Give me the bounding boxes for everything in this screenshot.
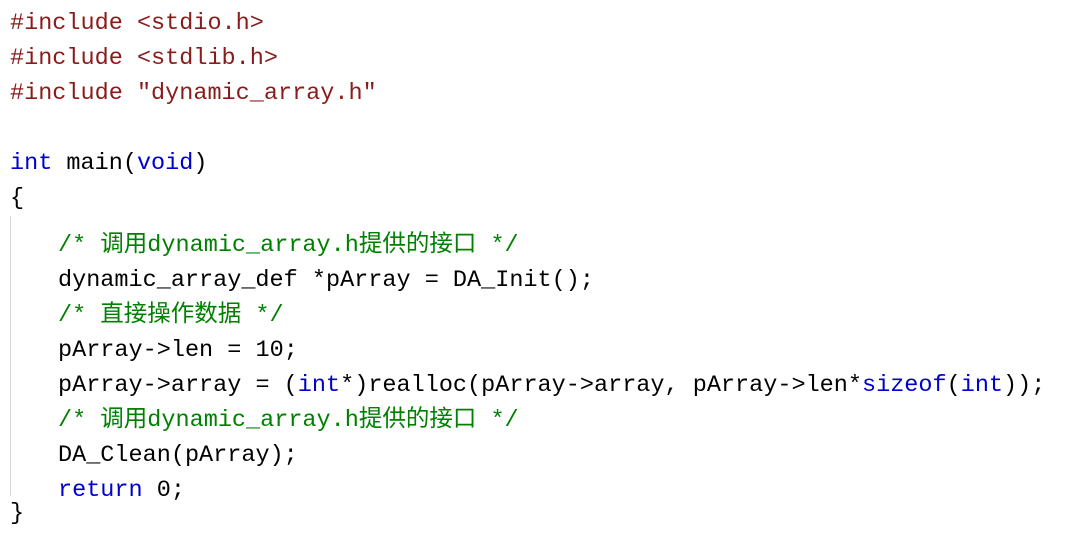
- code-line: /* 调用dynamic_array.h提供的接口 */: [10, 216, 1070, 251]
- code-line: #include "dynamic_array.h": [10, 76, 1070, 111]
- indent-guide: [10, 251, 58, 286]
- code-token-punct: (: [123, 150, 137, 177]
- code-line: #include <stdio.h>: [10, 6, 1070, 41]
- code-token-ident: main: [66, 150, 122, 177]
- code-token-preproc: #include: [10, 45, 123, 72]
- code-token-number: 0: [157, 477, 171, 504]
- code-token-punct: ,: [665, 372, 693, 399]
- indent-guide: [10, 461, 58, 496]
- code-token-punct: *: [298, 267, 326, 294]
- indent-guide: [10, 426, 58, 461]
- code-token-type: int: [961, 372, 1003, 399]
- code-token-punct: [52, 150, 66, 177]
- code-token-ident: pArray: [185, 442, 270, 469]
- code-token-ident: pArray: [693, 372, 778, 399]
- code-token-punct: ->: [566, 372, 594, 399]
- indent-guide: [10, 286, 58, 321]
- code-token-anglestr: <stdio.h>: [137, 10, 264, 37]
- code-line: DA_Clean(pArray);: [10, 426, 1070, 461]
- code-line: #include <stdlib.h>: [10, 41, 1070, 76]
- code-token-punct: [123, 10, 137, 37]
- code-token-ident: len: [806, 372, 848, 399]
- code-token-ident: DA_Init: [453, 267, 552, 294]
- code-line: dynamic_array_def *pArray = DA_Init();: [10, 251, 1070, 286]
- code-token-punct: [123, 80, 137, 107]
- code-line: pArray->array = (int*)realloc(pArray->ar…: [10, 356, 1070, 391]
- code-token-keyword: return: [58, 477, 143, 504]
- code-token-punct: ;: [171, 477, 185, 504]
- code-line: pArray->len = 10;: [10, 321, 1070, 356]
- code-token-punct: ();: [552, 267, 594, 294]
- code-token-punct: =: [411, 267, 453, 294]
- code-token-ident: array: [594, 372, 665, 399]
- code-token-punct: ));: [1003, 372, 1045, 399]
- indent-guide: [10, 356, 58, 391]
- indent-guide: [10, 321, 58, 356]
- code-token-punct: {: [10, 185, 24, 212]
- code-token-punct: ->: [777, 372, 805, 399]
- code-token-ident: pArray: [326, 267, 411, 294]
- indent-guide: [10, 391, 58, 426]
- code-token-type: int: [10, 150, 52, 177]
- code-token-preproc: #include: [10, 80, 123, 107]
- code-token-anglestr: <stdlib.h>: [137, 45, 278, 72]
- code-token-punct: );: [270, 442, 298, 469]
- code-token-punct: (: [947, 372, 961, 399]
- code-token-punct: ): [193, 150, 207, 177]
- code-line: return 0;: [10, 461, 1070, 496]
- code-line: int main(void): [10, 146, 1070, 181]
- code-token-punct: [143, 477, 157, 504]
- code-token-punct: [123, 45, 137, 72]
- code-token-punct: *: [848, 372, 862, 399]
- indent-guide: [10, 216, 58, 251]
- code-token-preproc: #include: [10, 10, 123, 37]
- code-block: #include <stdio.h>#include <stdlib.h>#in…: [0, 0, 1080, 537]
- code-token-punct: }: [10, 500, 24, 527]
- code-token-keyword: sizeof: [862, 372, 947, 399]
- code-token-keyword: void: [137, 150, 193, 177]
- code-token-string: "dynamic_array.h": [137, 80, 377, 107]
- code-line: {: [10, 181, 1070, 216]
- code-line: [10, 111, 1070, 146]
